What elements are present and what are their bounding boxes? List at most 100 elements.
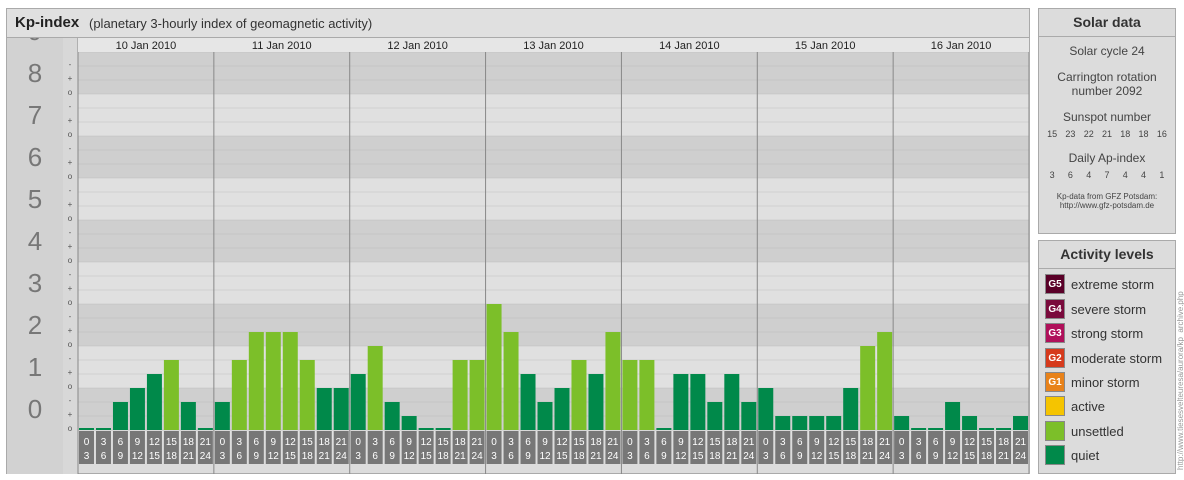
interval-start-label: 12 [556, 437, 568, 448]
interval-end-label: 18 [302, 451, 314, 462]
band [78, 52, 1029, 94]
y-tick-label: 0 [28, 394, 42, 424]
interval-start-label: 3 [372, 437, 378, 448]
kp-bar [197, 428, 213, 430]
kp-bar [180, 401, 196, 430]
day-label: 14 Jan 2010 [659, 40, 720, 52]
interval-end-label: 21 [862, 451, 874, 462]
day-label: 10 Jan 2010 [116, 40, 177, 52]
interval-start-label: 18 [183, 437, 195, 448]
interval-start-label: 9 [542, 437, 548, 448]
kp-bar [1013, 416, 1028, 430]
kp-bar [656, 428, 672, 430]
interval-start-label: 3 [508, 437, 514, 448]
kp-bar [707, 401, 723, 430]
y-tick-label: 4 [28, 226, 42, 256]
interval-start-label: 15 [845, 437, 857, 448]
legend-item-active: active [1045, 396, 1105, 416]
interval-end-label: 9 [797, 451, 803, 462]
source-line1: Kp-data from GFZ Potsdam: [1056, 192, 1158, 201]
interval-start-label: 0 [899, 437, 905, 448]
interval-start-label: 18 [455, 437, 467, 448]
interval-start-label: 18 [319, 437, 331, 448]
kp-bar [741, 401, 757, 430]
interval-start-label: 21 [1015, 437, 1027, 448]
legend-swatch: G3 [1045, 323, 1065, 343]
legend-label: minor storm [1071, 374, 1140, 390]
y-minor-tick: o [68, 130, 73, 139]
kp-bar [384, 401, 400, 430]
kp-bar [79, 428, 94, 430]
sunspot-value: 22 [1083, 129, 1094, 139]
legend-swatch [1045, 396, 1065, 416]
interval-start-label: 6 [525, 437, 531, 448]
interval-start-label: 0 [220, 437, 226, 448]
y-tick-label: 6 [28, 142, 42, 172]
kp-bar [129, 388, 145, 430]
day-label: 13 Jan 2010 [523, 40, 584, 52]
interval-end-label: 24 [1015, 451, 1027, 462]
interval-end-label: 12 [268, 451, 280, 462]
legend-item-strong-storm: G3 strong storm [1045, 323, 1143, 343]
interval-end-label: 18 [573, 451, 585, 462]
interval-end-label: 15 [285, 451, 297, 462]
interval-start-label: 15 [709, 437, 721, 448]
interval-end-label: 6 [916, 451, 922, 462]
legend-swatch: G4 [1045, 299, 1065, 319]
legend-label: strong storm [1071, 325, 1144, 341]
interval-end-label: 3 [627, 451, 633, 462]
interval-end-label: 21 [183, 451, 195, 462]
interval-start-label: 21 [879, 437, 891, 448]
ap-value: 6 [1067, 170, 1073, 180]
y-minor-tick: - [69, 228, 72, 237]
interval-start-label: 6 [118, 437, 124, 448]
interval-start-label: 21 [336, 437, 348, 448]
kp-bar [520, 374, 536, 430]
chart-title: Kp-index [15, 14, 80, 31]
ap-index-values: 3 6 4 7 4 4 1 [1039, 170, 1175, 180]
interval-end-label: 18 [709, 451, 721, 462]
y-tick-label: 3 [28, 268, 42, 298]
interval-end-label: 24 [472, 451, 484, 462]
interval-start-label: 0 [355, 437, 361, 448]
kp-bar [962, 416, 978, 430]
interval-end-label: 24 [879, 451, 891, 462]
y-minor-tick: + [68, 410, 73, 419]
kp-bar [435, 428, 451, 430]
kp-bar [605, 332, 621, 430]
interval-end-label: 12 [539, 451, 551, 462]
kp-bar [163, 359, 179, 430]
kp-bar [486, 304, 502, 430]
interval-end-label: 21 [998, 451, 1010, 462]
legend-swatch: G2 [1045, 348, 1065, 368]
legend-swatch [1045, 421, 1065, 441]
interval-start-label: 12 [964, 437, 976, 448]
band [78, 262, 1029, 304]
y-minor-tick: + [68, 326, 73, 335]
interval-start-label: 21 [200, 437, 212, 448]
interval-end-label: 3 [220, 451, 226, 462]
kp-bar [588, 374, 604, 430]
kp-bar [401, 416, 417, 430]
interval-start-label: 6 [389, 437, 395, 448]
interval-end-label: 15 [556, 451, 568, 462]
carrington-rotation-line2: number 2092 [1071, 84, 1143, 98]
ap-value: 4 [1141, 170, 1147, 180]
source-line2[interactable]: http://www.gfz-potsdam.de [1039, 201, 1175, 210]
kp-bar [758, 388, 774, 430]
kp-bar [894, 416, 910, 430]
legend-swatch: G5 [1045, 274, 1065, 294]
interval-end-label: 3 [355, 451, 361, 462]
interval-end-label: 12 [811, 451, 823, 462]
band [78, 94, 1029, 136]
y-tick-label: 1 [28, 352, 42, 382]
ap-value: 1 [1159, 170, 1165, 180]
y-minor-tick: - [69, 102, 72, 111]
interval-end-label: 6 [508, 451, 514, 462]
activity-levels-title: Activity levels [1039, 241, 1175, 269]
kp-bar [367, 346, 383, 430]
kp-bar [418, 428, 434, 430]
interval-start-label: 0 [627, 437, 633, 448]
interval-start-label: 15 [302, 437, 314, 448]
interval-end-label: 15 [421, 451, 433, 462]
